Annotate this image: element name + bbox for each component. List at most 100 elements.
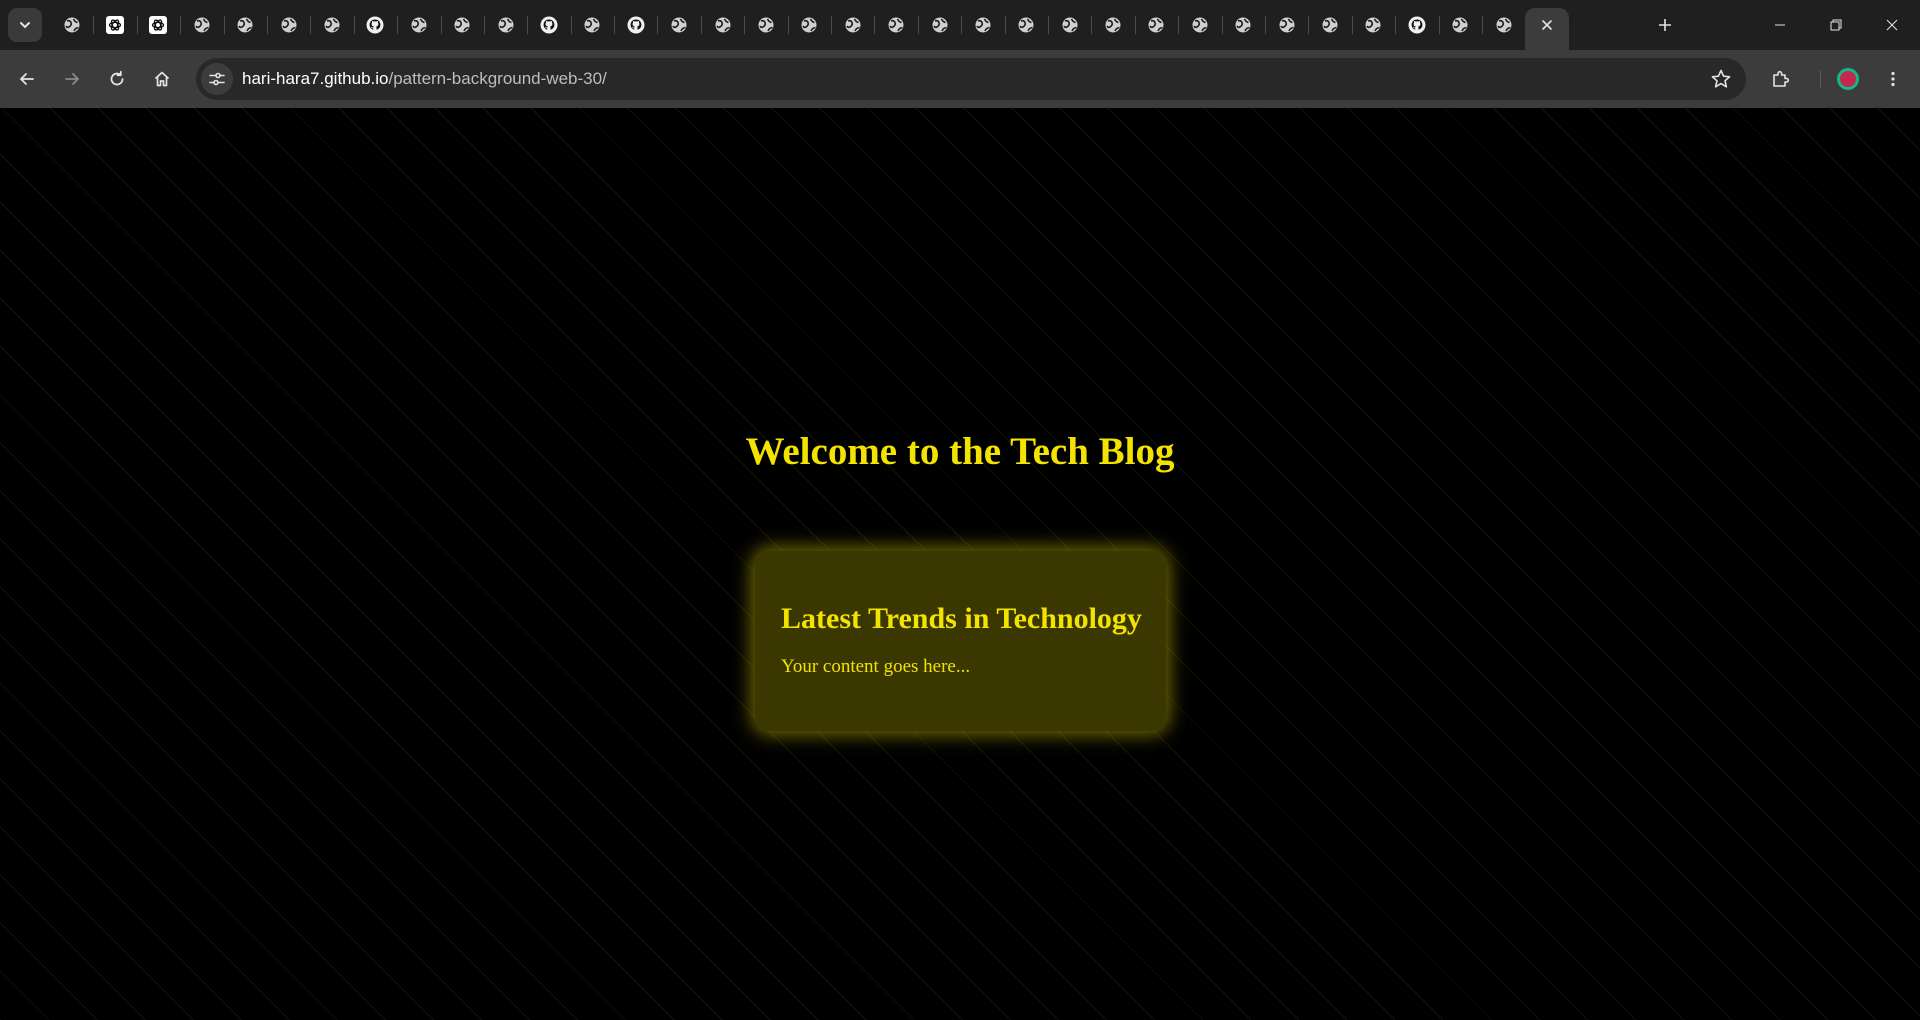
tab[interactable] [93,0,136,50]
restore-button[interactable] [1808,0,1864,50]
reload-button[interactable] [100,62,134,96]
tab[interactable] [787,0,831,50]
github-icon [366,16,384,34]
globe-icon [1235,17,1251,33]
globe-icon [64,17,80,33]
tab[interactable] [310,0,353,50]
tab[interactable] [1178,0,1221,50]
more-vertical-icon [1891,71,1895,87]
tab[interactable] [1308,0,1351,50]
globe-icon [932,17,947,33]
tab[interactable] [831,0,874,50]
tab-search-button[interactable] [8,8,42,42]
active-tab[interactable] [1525,8,1569,50]
home-button[interactable] [145,62,179,96]
tab[interactable] [874,0,917,50]
close-window-button[interactable] [1864,0,1920,50]
window-controls [1752,0,1920,50]
tab[interactable] [1351,0,1395,50]
tab[interactable] [1481,0,1525,50]
tab[interactable] [397,0,440,50]
tab[interactable] [1047,0,1091,50]
globe-icon [975,17,991,33]
tab[interactable] [1438,0,1482,50]
site-info-button[interactable] [201,63,233,95]
tab[interactable] [527,0,570,50]
globe-icon [454,17,470,33]
globe-icon [1148,17,1164,33]
github-icon [540,16,558,34]
url-text[interactable]: hari-hara7.github.io/pattern-background-… [242,58,607,100]
tab[interactable] [917,0,961,50]
tab[interactable] [657,0,700,50]
tab[interactable] [136,0,180,50]
globe-icon [1105,17,1121,33]
reload-icon [110,70,124,86]
github-icon [627,16,645,34]
tab[interactable] [353,0,397,50]
globe-icon [715,17,731,33]
tab[interactable] [223,0,267,50]
plus-icon [1659,19,1671,31]
tune-icon [209,72,225,86]
card-body: Your content goes here... [781,656,971,677]
url-path: /pattern-background-web-30/ [388,69,607,88]
globe-icon [1322,17,1338,33]
tab[interactable] [1221,0,1265,50]
globe-icon [1062,17,1078,33]
browser-toolbar: hari-hara7.github.io/pattern-background-… [0,50,1920,108]
tab[interactable] [961,0,1004,50]
chevron-down-icon [20,22,30,29]
close-tab-icon[interactable] [1538,16,1556,34]
extensions-button[interactable] [1764,62,1798,96]
tab[interactable] [440,0,484,50]
globe-icon [888,17,904,33]
tab[interactable] [1264,0,1308,50]
tab-strip [0,0,1920,50]
minimize-icon [1775,24,1785,26]
globe-icon [584,17,600,33]
tab-list [50,0,1569,50]
github-icon [1408,16,1426,34]
tab[interactable] [50,0,93,50]
back-button[interactable] [10,62,44,96]
arrow-left-icon [20,73,34,85]
home-icon [154,71,170,87]
arrow-right-icon [65,73,79,85]
page-title: Welcome to the Tech Blog [745,430,1175,473]
forward-button[interactable] [55,62,89,96]
globe-icon [801,17,817,33]
card-heading: Latest Trends in Technology [781,602,1142,635]
url-host: hari-hara7.github.io [242,69,389,88]
openai-icon [149,16,168,34]
avatar [1837,68,1859,90]
tab[interactable] [570,0,614,50]
address-bar[interactable]: hari-hara7.github.io/pattern-background-… [196,58,1746,100]
globe-icon [1018,17,1034,33]
tab[interactable] [1134,0,1178,50]
tab[interactable] [1091,0,1134,50]
globe-icon [1279,17,1295,33]
globe-icon [281,17,297,33]
tab[interactable] [180,0,223,50]
close-icon [1886,19,1898,31]
profile-button[interactable] [1831,62,1865,96]
globe-icon [671,17,687,33]
new-tab-button[interactable] [1648,8,1682,42]
openai-icon [106,16,125,34]
tab[interactable] [614,0,657,50]
tab[interactable] [1395,0,1438,50]
globe-icon [498,17,514,33]
globe-icon [1496,17,1512,33]
globe-icon [324,17,340,33]
tab[interactable] [1004,0,1048,50]
globe-icon [237,17,253,33]
tab[interactable] [483,0,527,50]
globe-icon [845,17,861,33]
minimize-button[interactable] [1752,0,1808,50]
bookmark-star-icon[interactable] [1710,68,1732,90]
tab[interactable] [744,0,787,50]
menu-button[interactable] [1876,62,1910,96]
tab[interactable] [700,0,744,50]
tab[interactable] [266,0,310,50]
